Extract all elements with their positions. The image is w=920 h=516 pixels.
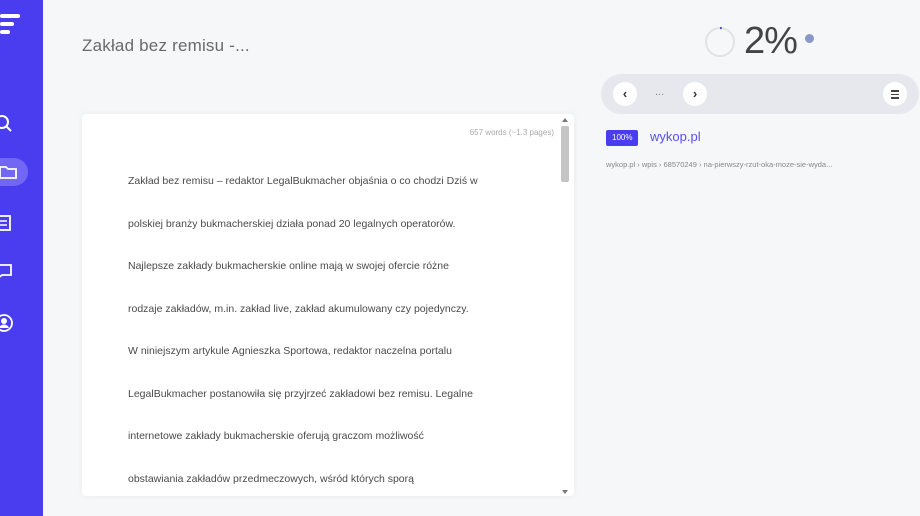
text-line: rodzaje zakładów, m.in. zakład live, zak… [128, 302, 469, 315]
document-panel[interactable]: 657 words (~1.3 pages) Zakład bez remisu… [82, 114, 574, 496]
page-title: Zakład bez remisu -... [82, 36, 250, 55]
scrollbar[interactable] [560, 116, 572, 496]
text-line: Najlepsze zakłady bukmacherskie online m… [128, 260, 449, 272]
text-line: W niniejszym artykule Agnieszka Sportowa… [128, 345, 452, 357]
scroll-down-icon[interactable] [562, 490, 568, 494]
match-badge: 100% [606, 130, 639, 146]
source-nav-bar: ‹ ... › [601, 74, 919, 114]
scroll-up-icon[interactable] [562, 118, 568, 122]
info-icon[interactable] [805, 34, 814, 43]
text-line: polskiej branży bukmacherskiej działa po… [128, 217, 456, 230]
scrollbar-thumb[interactable] [561, 126, 569, 182]
plagiarism-percent: 2% [744, 20, 798, 62]
menu-icon[interactable] [883, 82, 907, 106]
document-list-icon[interactable] [0, 213, 20, 233]
word-count: 657 words (~1.3 pages) [469, 128, 554, 137]
nav-ellipsis: ... [655, 86, 665, 98]
text-line: Zakład bez remisu – redaktor LegalBukmac… [128, 175, 478, 187]
folder-icon[interactable] [0, 158, 28, 186]
source-domain-link[interactable]: wykop.pl [650, 129, 701, 144]
progress-ring-icon [704, 26, 736, 58]
text-line: internetowe zakłady bukmacherskie oferuj… [128, 430, 424, 442]
search-icon[interactable] [0, 114, 20, 134]
document-text[interactable]: Zakład bez remisu – redaktor LegalBukmac… [128, 174, 528, 496]
user-icon[interactable] [0, 313, 20, 333]
source-path[interactable]: wykop.pl › wpis › 68570249 › na-pierwszy… [606, 160, 916, 169]
text-line: LegalBukmacher postanowiła się przyjrzeć… [128, 387, 473, 400]
next-source-button[interactable]: › [683, 82, 707, 106]
text-line: obstawiania zakładów przedmeczowych, wśr… [128, 472, 414, 485]
logo-icon [0, 14, 22, 40]
chat-icon[interactable] [0, 262, 20, 282]
sidebar [0, 0, 43, 516]
prev-source-button[interactable]: ‹ [613, 82, 637, 106]
